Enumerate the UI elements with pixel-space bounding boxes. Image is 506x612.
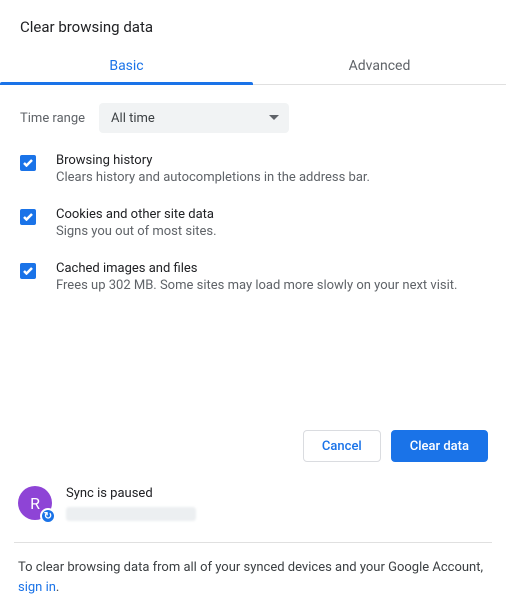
tab-advanced[interactable]: Advanced	[253, 46, 506, 84]
option-desc: Signs you out of most sites.	[56, 224, 217, 239]
check-icon	[23, 267, 33, 275]
footer-text: To clear browsing data from all of your …	[18, 558, 488, 597]
divider	[14, 542, 492, 543]
sync-paused-badge-icon: ↻	[40, 508, 56, 524]
clear-data-button[interactable]: Clear data	[391, 430, 488, 462]
check-icon	[23, 213, 33, 221]
checkbox-browsing-history[interactable]	[20, 155, 36, 171]
tabs: Basic Advanced	[0, 46, 506, 85]
checkbox-cache[interactable]	[20, 263, 36, 279]
footer-suffix: .	[56, 580, 59, 595]
check-icon	[23, 159, 33, 167]
option-label: Cookies and other site data	[56, 207, 217, 222]
time-range-label: Time range	[20, 111, 85, 126]
option-label: Cached images and files	[56, 261, 457, 276]
avatar: R ↻	[18, 486, 52, 520]
checkbox-cookies[interactable]	[20, 209, 36, 225]
footer-message: To clear browsing data from all of your …	[18, 560, 483, 575]
option-desc: Clears history and autocompletions in th…	[56, 170, 370, 185]
dialog-title: Clear browsing data	[18, 0, 488, 46]
time-range-value: All time	[111, 111, 155, 126]
option-label: Browsing history	[56, 153, 370, 168]
option-desc: Frees up 302 MB. Some sites may load mor…	[56, 278, 457, 293]
sign-in-link[interactable]: sign in	[18, 580, 56, 595]
sync-account-redacted	[66, 507, 196, 521]
avatar-letter: R	[30, 494, 40, 513]
cancel-button[interactable]: Cancel	[303, 430, 381, 462]
tab-basic[interactable]: Basic	[0, 46, 253, 84]
chevron-down-icon	[269, 115, 279, 121]
sync-status: Sync is paused	[66, 486, 196, 501]
time-range-select[interactable]: All time	[99, 103, 289, 133]
